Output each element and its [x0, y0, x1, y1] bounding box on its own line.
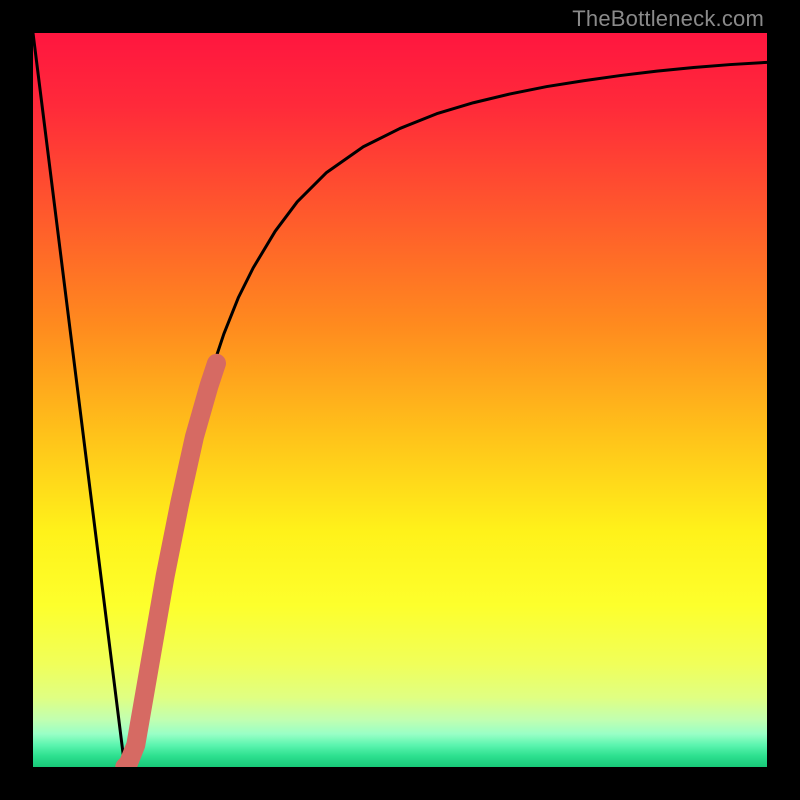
attribution-label: TheBottleneck.com: [572, 6, 764, 32]
plot-area: [33, 33, 767, 767]
bottleneck-chart: [33, 33, 767, 767]
chart-frame: TheBottleneck.com: [0, 0, 800, 800]
